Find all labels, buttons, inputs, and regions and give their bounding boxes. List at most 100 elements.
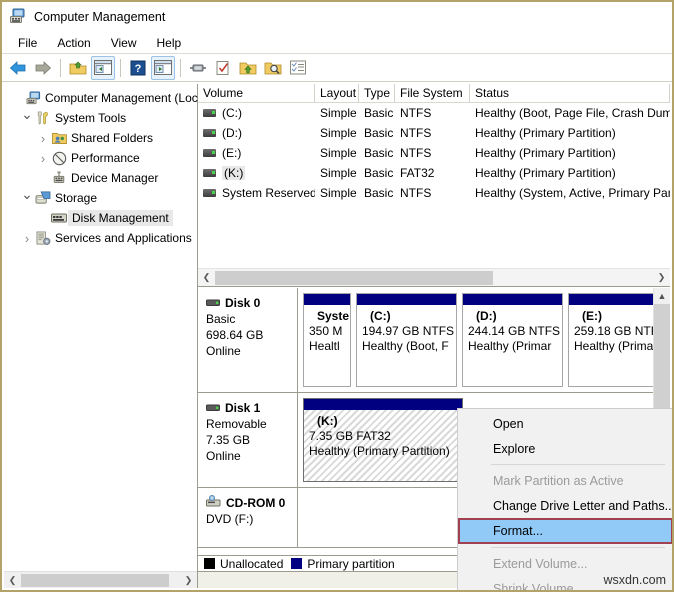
disk-name: Disk 1: [225, 400, 260, 416]
search-icon[interactable]: [261, 56, 285, 80]
cell-type: Basic: [359, 166, 395, 180]
column-header-layout[interactable]: Layout: [315, 84, 359, 102]
scrollbar-thumb[interactable]: [21, 574, 169, 587]
menu-item-mark-partition-as-active: Mark Partition as Active: [458, 468, 673, 493]
sidebar-item-disk-management[interactable]: Disk Management: [4, 208, 197, 228]
tree-item-device-manager[interactable]: Device Manager: [4, 168, 197, 188]
partition-body-hatched: (K:) 7.35 GB FAT32 Healthy (Primary Part…: [304, 410, 462, 481]
tree-item-shared-folders[interactable]: Shared Folders: [4, 128, 197, 148]
cell-status: Healthy (Primary Partition): [470, 166, 670, 180]
table-row[interactable]: (E:) Simple Basic NTFS Healthy (Primary …: [198, 143, 670, 163]
title-bar: Computer Management: [2, 2, 672, 32]
cell-file-system: NTFS: [395, 106, 470, 120]
back-icon[interactable]: [6, 56, 30, 80]
menu-item-change-drive-letter-and-paths[interactable]: Change Drive Letter and Paths...: [458, 493, 673, 518]
column-header-file-system[interactable]: File System: [395, 84, 470, 102]
disk-management-icon: [50, 212, 68, 224]
menu-bar: File Action View Help: [2, 32, 672, 54]
legend-label-unallocated: Unallocated: [220, 557, 283, 571]
drive-icon: [203, 169, 216, 177]
help-icon[interactable]: ?: [126, 56, 150, 80]
window-title: Computer Management: [34, 10, 165, 24]
table-row[interactable]: (K:) Simple Basic FAT32 Healthy (Primary…: [198, 163, 670, 183]
computer-icon: [24, 91, 42, 105]
volume-list: Volume Layout Type File System Status (C…: [198, 84, 670, 287]
table-row[interactable]: System Reserved Simple Basic NTFS Health…: [198, 183, 670, 203]
scroll-right-icon[interactable]: ❯: [653, 270, 670, 285]
partition-status: Healthy (Boot, F: [362, 339, 456, 354]
tree-item-system-tools[interactable]: System Tools: [4, 108, 197, 128]
partition-size: 350 M: [309, 324, 350, 339]
table-row[interactable]: (C:) Simple Basic NTFS Healthy (Boot, Pa…: [198, 103, 670, 123]
partition-k[interactable]: (K:) 7.35 GB FAT32 Healthy (Primary Part…: [303, 398, 463, 482]
refresh-icon[interactable]: [211, 56, 235, 80]
console-tree-pane: Computer Management (Local System Tools: [4, 84, 198, 588]
menu-help[interactable]: Help: [147, 34, 192, 52]
tree-item-storage[interactable]: Storage: [4, 188, 197, 208]
volume-list-horizontal-scrollbar[interactable]: ❮ ❯: [198, 268, 670, 286]
tree-item-label: System Tools: [52, 111, 126, 125]
tree-item-label: Services and Applications: [52, 231, 192, 245]
column-header-volume[interactable]: Volume: [198, 84, 315, 102]
cell-file-system: NTFS: [395, 126, 470, 140]
menu-separator: [491, 547, 665, 548]
disk-info-cdrom: CD-ROM 0 DVD (F:): [198, 488, 298, 547]
chevron-right-icon[interactable]: [36, 151, 50, 166]
partition-d[interactable]: (D:) 244.14 GB NTFS Healthy (Primar: [462, 293, 563, 387]
chevron-down-icon[interactable]: [20, 110, 34, 127]
forward-icon[interactable]: [31, 56, 55, 80]
tree-horizontal-scrollbar[interactable]: ❮ ❯: [4, 571, 197, 588]
tree-item-label: Storage: [52, 191, 97, 205]
menu-file[interactable]: File: [8, 34, 47, 52]
disk-type: Basic: [206, 311, 297, 327]
cell-file-system: NTFS: [395, 186, 470, 200]
svg-text:?: ?: [135, 63, 142, 75]
chevron-right-icon[interactable]: [20, 231, 34, 246]
partition-bar: [357, 294, 456, 305]
disk-capacity: 698.64 GB: [206, 327, 297, 343]
drive-icon: [203, 189, 216, 197]
show-hide-action-pane-icon[interactable]: [151, 56, 175, 80]
tree-item-performance[interactable]: Performance: [4, 148, 197, 168]
context-menu: Open Explore Mark Partition as Active Ch…: [457, 408, 674, 592]
menu-separator: [491, 464, 665, 465]
scrollbar-thumb[interactable]: [215, 271, 493, 285]
chevron-down-icon[interactable]: [20, 190, 34, 207]
scroll-right-icon[interactable]: ❯: [180, 573, 197, 588]
drive-icon: [203, 129, 216, 137]
column-header-type[interactable]: Type: [359, 84, 395, 102]
export-list-icon[interactable]: [236, 56, 260, 80]
cell-layout: Simple: [315, 166, 359, 180]
scroll-left-icon[interactable]: ❮: [198, 270, 215, 285]
up-one-level-icon[interactable]: [66, 56, 90, 80]
show-hide-console-tree-icon[interactable]: [91, 56, 115, 80]
scroll-up-icon[interactable]: ▲: [654, 288, 670, 304]
tree-item-computer-management[interactable]: Computer Management (Local: [4, 88, 197, 108]
toolbar-separator-3: [180, 59, 181, 77]
partition-system-reserved[interactable]: Syste 350 M Healtl: [303, 293, 351, 387]
partition-name: Syste: [309, 309, 350, 324]
tree-item-services-and-applications[interactable]: Services and Applications: [4, 228, 197, 248]
partition-c[interactable]: (C:) 194.97 GB NTFS Healthy (Boot, F: [356, 293, 457, 387]
shared-folders-icon: [50, 131, 68, 145]
menu-action[interactable]: Action: [47, 34, 100, 52]
partition-name: (C:): [362, 309, 456, 324]
device-manager-icon: [50, 171, 68, 185]
partition-status: Healthy (Primary Partition): [309, 444, 462, 459]
menu-item-explore[interactable]: Explore: [458, 436, 673, 461]
scroll-left-icon[interactable]: ❮: [4, 573, 21, 588]
connect-to-another-computer-icon[interactable]: [186, 56, 210, 80]
menu-view[interactable]: View: [101, 34, 147, 52]
performance-icon: [50, 151, 68, 166]
storage-icon: [34, 191, 52, 205]
cell-layout: Simple: [315, 106, 359, 120]
menu-item-open[interactable]: Open: [458, 411, 673, 436]
column-header-status[interactable]: Status: [470, 84, 670, 102]
disk-row-0[interactable]: Disk 0 Basic 698.64 GB Online Syste 350 …: [198, 288, 670, 393]
chevron-right-icon[interactable]: [36, 131, 50, 146]
menu-item-format[interactable]: Format...: [458, 518, 673, 544]
disk-name: CD-ROM 0: [226, 495, 285, 511]
properties-icon[interactable]: [286, 56, 310, 80]
tree-item-label: Shared Folders: [68, 131, 153, 145]
table-row[interactable]: (D:) Simple Basic NTFS Healthy (Primary …: [198, 123, 670, 143]
